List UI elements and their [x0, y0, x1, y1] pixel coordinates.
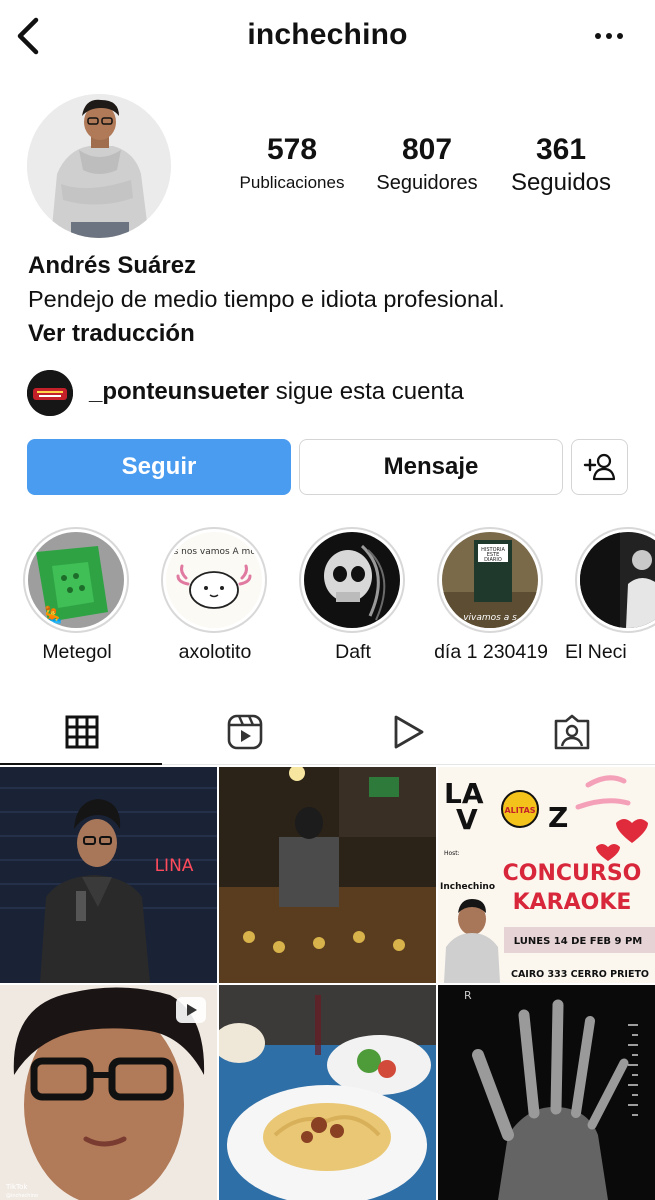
poster-date: LUNES 14 DE FEB 9 PM	[514, 936, 643, 947]
profile-full-name: Andrés Suárez	[28, 252, 197, 279]
highlight-art-caption: Todos nos vamos A morir :)	[166, 547, 262, 557]
post-thumbnail[interactable]: LINA	[0, 767, 217, 983]
mutual-follower-avatar	[27, 370, 73, 416]
message-button[interactable]: Mensaje	[299, 439, 563, 495]
post-thumbnail[interactable]: LA V ALITAS Z Host: Inchechino CONCURSO …	[438, 767, 655, 983]
profile-avatar[interactable]	[27, 94, 171, 238]
tab-videos[interactable]	[326, 700, 489, 764]
post-thumbnail[interactable]	[219, 985, 436, 1200]
tiktok-handle: @inchechino	[6, 1193, 38, 1199]
tab-tagged[interactable]	[490, 700, 653, 764]
profile-bio: Pendejo de medio tiempo e idiota profesi…	[28, 286, 505, 312]
post-thumbnail[interactable]: R	[438, 985, 655, 1200]
grid-icon	[65, 715, 98, 749]
suggest-users-button[interactable]	[571, 439, 628, 495]
followed-by-row[interactable]: _ponteunsueter sigue esta cuenta	[27, 370, 637, 416]
poster-title-z: Z	[548, 801, 568, 834]
play-icon	[394, 715, 423, 749]
posts-count-value: 578	[266, 133, 318, 166]
followed-by-text: _ponteunsueter sigue esta cuenta	[89, 378, 464, 406]
profile-username: inchechino	[247, 18, 408, 51]
active-tab-indicator	[0, 763, 162, 765]
highlight-cover: HISTORIA ESTE DIARIO vivamos a s	[442, 532, 538, 628]
poster-title-v: V	[456, 803, 478, 836]
post-thumbnail[interactable]: TikTok @inchechino	[0, 985, 217, 1200]
book-title-line-3: DIARIO	[484, 557, 502, 563]
poster-host-name: Inchechino	[440, 882, 495, 892]
top-bar: inchechino	[0, 0, 655, 72]
tab-reels[interactable]	[163, 700, 326, 764]
reels-icon	[227, 714, 262, 750]
profile-tabs	[0, 700, 655, 766]
highlight-cover: 🤽	[28, 532, 124, 628]
followed-by-suffix: sigue esta cuenta	[269, 378, 464, 405]
following-count-value: 361	[535, 133, 587, 166]
followers-count[interactable]: 807 Seguidores	[362, 132, 492, 196]
poster-event-line-1: CONCURSO	[503, 861, 642, 886]
follow-button[interactable]: Seguir	[27, 439, 291, 495]
poster-badge: ALITAS	[504, 806, 535, 815]
posts-count[interactable]: 578 Publicaciones	[226, 132, 358, 196]
post-thumbnail[interactable]	[219, 767, 436, 983]
posts-count-label: Publicaciones	[239, 173, 345, 192]
following-count[interactable]: 361 Seguidos	[495, 132, 627, 196]
add-person-icon	[583, 453, 615, 481]
highlight-label: El Neci	[565, 641, 627, 663]
neon-sign-text: LINA	[155, 856, 194, 876]
followers-count-label: Seguidores	[376, 172, 478, 194]
highlight-caption: vivamos a s	[463, 613, 517, 623]
tagged-icon	[554, 714, 589, 750]
highlight-cover	[304, 532, 400, 628]
mutual-follower-username[interactable]: _ponteunsueter	[89, 378, 269, 405]
more-horizontal-icon	[595, 33, 623, 39]
highlight-label: día 1 230419	[434, 641, 548, 663]
xray-marker: R	[464, 989, 472, 1002]
more-options-button[interactable]	[593, 26, 625, 46]
highlight-cover: Todos nos vamos A morir :)	[166, 532, 262, 628]
poster-host-label: Host:	[444, 850, 460, 857]
followers-count-value: 807	[401, 133, 453, 166]
following-count-label: Seguidos	[510, 169, 612, 196]
see-translation-link[interactable]: Ver traducción	[28, 320, 195, 348]
poster-event-line-2: KARAOKE	[513, 890, 632, 915]
poster-address: CAIRO 333 CERRO PRIETO	[511, 969, 649, 980]
tab-posts-grid[interactable]	[0, 700, 163, 764]
tiktok-watermark: TikTok	[5, 1183, 28, 1191]
profile-photo	[27, 94, 171, 238]
